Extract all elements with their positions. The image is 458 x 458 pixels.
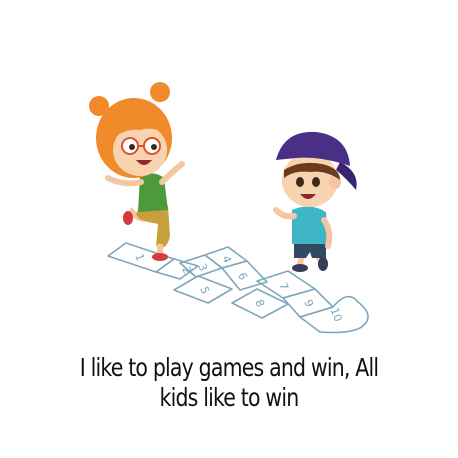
girl-pants	[136, 206, 170, 248]
boy-right-shoe	[318, 257, 328, 271]
girl-right-arm	[159, 161, 185, 185]
boy-shirt	[292, 206, 328, 244]
boy-left-shoe	[292, 264, 308, 272]
girl-hair-bun-right	[150, 82, 170, 102]
hopscotch-number-5: 5	[197, 285, 212, 296]
caption-line-2: kids like to win	[159, 383, 300, 412]
hopscotch-number-10: 10	[328, 306, 345, 324]
boy-eye-right	[312, 177, 320, 187]
girl-character	[89, 82, 185, 261]
girl-eye-left	[129, 144, 135, 150]
boy-eye-left	[296, 177, 304, 187]
hopscotch-number-1: 1	[132, 252, 147, 263]
girl-back-shoe	[123, 211, 133, 225]
hopscotch-number-6: 6	[235, 271, 250, 282]
boy-left-arm	[273, 207, 297, 220]
hopscotch-number-8: 8	[252, 298, 267, 309]
girl-front-shoe	[152, 253, 168, 261]
girl-eye-right	[151, 144, 157, 150]
girl-left-arm	[105, 175, 144, 187]
hopscotch-number-3: 3	[195, 262, 210, 273]
hopscotch-number-9: 9	[301, 298, 316, 309]
caption-line-1: I like to play games and win, All	[79, 353, 379, 382]
hopscotch-number-7: 7	[276, 281, 291, 292]
girl-front-leg	[157, 244, 163, 254]
hopscotch-number-4: 4	[219, 254, 234, 265]
boy-character	[273, 131, 357, 272]
